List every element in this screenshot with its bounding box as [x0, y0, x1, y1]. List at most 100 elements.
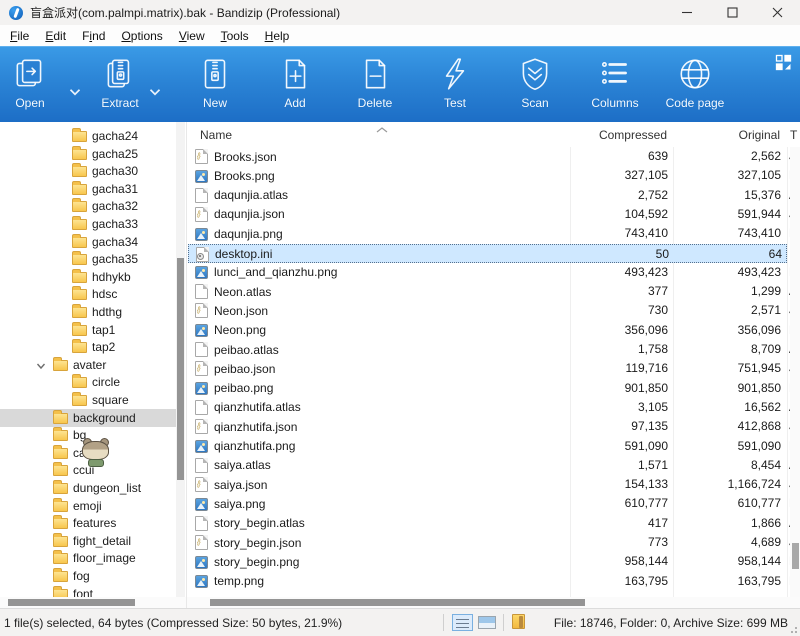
sidebar-item-gacha35[interactable]: gacha35 — [0, 250, 176, 268]
sidebar-item-square[interactable]: square — [0, 391, 176, 409]
sidebar-item-fog[interactable]: fog — [0, 567, 176, 585]
sidebar-item-tap2[interactable]: tap2 — [0, 338, 176, 356]
code-page-button[interactable]: Code page — [657, 55, 733, 119]
file-row-qianzhutifa.png[interactable]: qianzhutifa.png591,090591,090P — [188, 437, 787, 456]
menu-edit[interactable]: Edit — [37, 27, 74, 45]
details-view-icon[interactable] — [452, 614, 473, 631]
file-compressed-size: 958,144 — [548, 554, 668, 568]
file-row-temp.png[interactable]: temp.png163,795163,795P — [188, 572, 787, 591]
filelist-horizontal-scrollbar-thumb[interactable] — [210, 599, 585, 606]
minimize-button[interactable] — [665, 0, 710, 25]
column-header-compressed[interactable]: Compressed — [547, 128, 667, 142]
sidebar-item-tap1[interactable]: tap1 — [0, 321, 176, 339]
sidebar-item-hdhykb[interactable]: hdhykb — [0, 268, 176, 286]
sidebar-item-gacha30[interactable]: gacha30 — [0, 162, 176, 180]
menu-options[interactable]: Options — [113, 27, 170, 45]
file-row-story_begin.json[interactable]: {}story_begin.json7734,689J — [188, 533, 787, 552]
png-image-icon — [195, 382, 208, 395]
file-row-qianzhutifa.json[interactable]: {}qianzhutifa.json97,135412,868J — [188, 417, 787, 436]
file-name: qianzhutifa.atlas — [214, 400, 301, 414]
column-header-name[interactable]: Name — [200, 128, 232, 142]
archive-folder-icon[interactable] — [512, 614, 525, 629]
sidebar-item-gacha33[interactable]: gacha33 — [0, 215, 176, 233]
sidebar-item-features[interactable]: features — [0, 514, 176, 532]
sidebar-item-fight_detail[interactable]: fight_detail — [0, 532, 176, 550]
sidebar-item-gacha24[interactable]: gacha24 — [0, 127, 176, 145]
file-row-desktop.ini[interactable]: desktop.ini5064C — [188, 244, 787, 263]
file-row-saiya.json[interactable]: {}saiya.json154,1331,166,724J — [188, 475, 787, 494]
file-original-size: 16,562 — [658, 400, 781, 414]
tree-expand-chevron-icon[interactable] — [36, 360, 46, 370]
folder-icon — [72, 201, 87, 212]
toolbar-button-label: Delete — [358, 96, 393, 110]
menu-tools[interactable]: Tools — [213, 27, 257, 45]
extract-dropdown-chevron-icon[interactable] — [146, 83, 164, 99]
menu-find[interactable]: Find — [74, 27, 113, 45]
sidebar-item-gacha34[interactable]: gacha34 — [0, 233, 176, 251]
file-row-qianzhutifa.atlas[interactable]: qianzhutifa.atlas3,10516,562A — [188, 398, 787, 417]
atlas-file-icon — [195, 458, 208, 473]
sidebar-vertical-scrollbar-thumb[interactable] — [177, 258, 184, 480]
close-button[interactable] — [755, 0, 800, 25]
atlas-file-icon — [195, 342, 208, 357]
sidebar-item-background[interactable]: background — [0, 409, 176, 427]
file-original-size: 64 — [659, 247, 782, 261]
toolbar-layout-grid-icon[interactable] — [775, 54, 792, 71]
column-header-original[interactable]: Original — [657, 128, 780, 142]
sidebar-item-hdsc[interactable]: hdsc — [0, 285, 176, 303]
columns-icon — [596, 55, 634, 93]
window-resize-grip[interactable] — [787, 623, 797, 633]
sidebar-item-circle[interactable]: circle — [0, 373, 176, 391]
menu-help[interactable]: Help — [257, 27, 298, 45]
open-button[interactable]: Open — [0, 55, 68, 119]
sidebar-item-floor_image[interactable]: floor_image — [0, 549, 176, 567]
maximize-button[interactable] — [710, 0, 755, 25]
file-row-peibao.atlas[interactable]: peibao.atlas1,7588,709A — [188, 340, 787, 359]
file-row-story_begin.png[interactable]: story_begin.png958,144958,144P — [188, 552, 787, 571]
scan-button[interactable]: Scan — [497, 55, 573, 119]
menu-file[interactable]: File — [2, 27, 37, 45]
file-row-Brooks.json[interactable]: {}Brooks.json6392,562J — [188, 147, 787, 166]
filelist-vertical-scrollbar[interactable] — [790, 147, 800, 597]
columns-button[interactable]: Columns — [577, 55, 653, 119]
file-row-saiya.atlas[interactable]: saiya.atlas1,5718,454A — [188, 456, 787, 475]
thumbnail-view-icon[interactable] — [478, 616, 496, 629]
sidebar-item-dungeon_list[interactable]: dungeon_list — [0, 479, 176, 497]
delete-button[interactable]: Delete — [337, 55, 413, 119]
file-compressed-size: 3,105 — [548, 400, 668, 414]
sidebar-item-emoji[interactable]: emoji — [0, 497, 176, 515]
menu-view[interactable]: View — [171, 27, 213, 45]
file-row-Neon.png[interactable]: Neon.png356,096356,096P — [188, 321, 787, 340]
folder-icon — [72, 184, 87, 195]
sidebar-item-gacha25[interactable]: gacha25 — [0, 145, 176, 163]
add-button[interactable]: Add — [257, 55, 333, 119]
toolbar-button-label: Test — [444, 96, 466, 110]
sidebar-horizontal-scrollbar-thumb[interactable] — [8, 599, 135, 606]
file-row-lunci_and_qianzhu.png[interactable]: lunci_and_qianzhu.png493,423493,423P — [188, 263, 787, 282]
filelist-vertical-scrollbar-thumb[interactable] — [792, 543, 799, 569]
test-button[interactable]: Test — [417, 55, 493, 119]
column-header-type[interactable]: T — [790, 128, 797, 142]
sidebar-item-hdthg[interactable]: hdthg — [0, 303, 176, 321]
file-row-saiya.png[interactable]: saiya.png610,777610,777P — [188, 494, 787, 513]
sidebar-item-gacha31[interactable]: gacha31 — [0, 180, 176, 198]
new-button[interactable]: New — [177, 55, 253, 119]
file-row-peibao.json[interactable]: {}peibao.json119,716751,945J — [188, 359, 787, 378]
sidebar-item-avater[interactable]: avater — [0, 356, 176, 374]
folder-icon — [53, 536, 68, 547]
sidebar-vertical-scrollbar[interactable] — [176, 122, 185, 597]
file-row-daqunjia.png[interactable]: daqunjia.png743,410743,410P — [188, 224, 787, 243]
file-row-Neon.json[interactable]: {}Neon.json7302,571J — [188, 301, 787, 320]
file-row-peibao.png[interactable]: peibao.png901,850901,850P — [188, 379, 787, 398]
sidebar-item-font[interactable]: font — [0, 585, 176, 597]
folder-icon — [72, 395, 87, 406]
file-row-story_begin.atlas[interactable]: story_begin.atlas4171,866A — [188, 514, 787, 533]
file-row-daqunjia.json[interactable]: {}daqunjia.json104,592591,944J — [188, 205, 787, 224]
file-row-Neon.atlas[interactable]: Neon.atlas3771,299A — [188, 282, 787, 301]
sidebar-item-gacha32[interactable]: gacha32 — [0, 197, 176, 215]
file-row-Brooks.png[interactable]: Brooks.png327,105327,105P — [188, 166, 787, 185]
file-original-size: 591,944 — [658, 207, 781, 221]
file-row-daqunjia.atlas[interactable]: daqunjia.atlas2,75215,376A — [188, 186, 787, 205]
status-bar: 1 file(s) selected, 64 bytes (Compressed… — [0, 608, 800, 636]
folder-tree: gacha24gacha25gacha30gacha31gacha32gacha… — [0, 122, 186, 597]
